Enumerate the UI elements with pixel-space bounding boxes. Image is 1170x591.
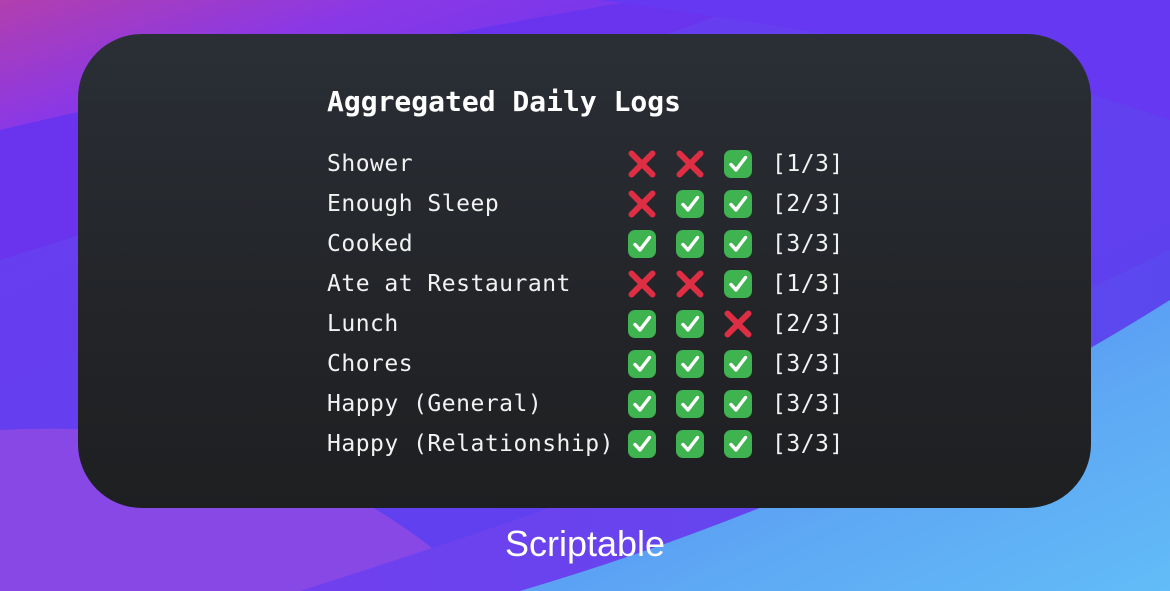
check-icon	[723, 189, 753, 219]
log-row: Ate at Restaurant [1/3]	[327, 264, 887, 304]
log-count: [3/3]	[772, 351, 844, 377]
check-icon	[627, 429, 657, 459]
log-row: Lunch [2/3]	[327, 304, 887, 344]
log-row: Happy (General) [3/3]	[327, 384, 887, 424]
log-count: [3/3]	[772, 431, 844, 457]
widget-title: Aggregated Daily Logs	[327, 85, 682, 118]
cross-icon	[675, 269, 705, 299]
check-icon	[723, 269, 753, 299]
log-label: Enough Sleep	[327, 191, 500, 217]
check-icon	[675, 429, 705, 459]
log-count: [1/3]	[772, 271, 844, 297]
log-label: Cooked	[327, 231, 414, 257]
check-icon	[723, 389, 753, 419]
log-label: Shower	[327, 151, 414, 177]
log-row: Chores [3/3]	[327, 344, 887, 384]
log-row: Shower [1/3]	[327, 144, 887, 184]
check-icon	[723, 229, 753, 259]
check-icon	[675, 389, 705, 419]
cross-icon	[627, 149, 657, 179]
log-count: [2/3]	[772, 311, 844, 337]
log-count: [1/3]	[772, 151, 844, 177]
cross-icon	[627, 269, 657, 299]
log-label: Happy (Relationship)	[327, 431, 614, 457]
log-count: [2/3]	[772, 191, 844, 217]
log-row: Enough Sleep [2/3]	[327, 184, 887, 224]
log-label: Lunch	[327, 311, 399, 337]
check-icon	[627, 309, 657, 339]
check-icon	[675, 349, 705, 379]
check-icon	[723, 149, 753, 179]
check-icon	[675, 309, 705, 339]
check-icon	[723, 429, 753, 459]
check-icon	[675, 189, 705, 219]
check-icon	[675, 229, 705, 259]
check-icon	[627, 349, 657, 379]
check-icon	[627, 229, 657, 259]
log-row: Happy (Relationship) [3/3]	[327, 424, 887, 464]
log-label: Ate at Restaurant	[327, 271, 571, 297]
check-icon	[723, 349, 753, 379]
log-count: [3/3]	[772, 391, 844, 417]
log-label: Happy (General)	[327, 391, 543, 417]
cross-icon	[675, 149, 705, 179]
log-count: [3/3]	[772, 231, 844, 257]
cross-icon	[627, 189, 657, 219]
log-label: Chores	[327, 351, 414, 377]
check-icon	[627, 389, 657, 419]
log-list: Shower [1/3] Enough Sleep [2/3] Cooked [3/3] A…	[327, 144, 887, 464]
log-row: Cooked [3/3]	[327, 224, 887, 264]
app-label[interactable]: Scriptable	[0, 522, 1170, 566]
cross-icon	[723, 309, 753, 339]
